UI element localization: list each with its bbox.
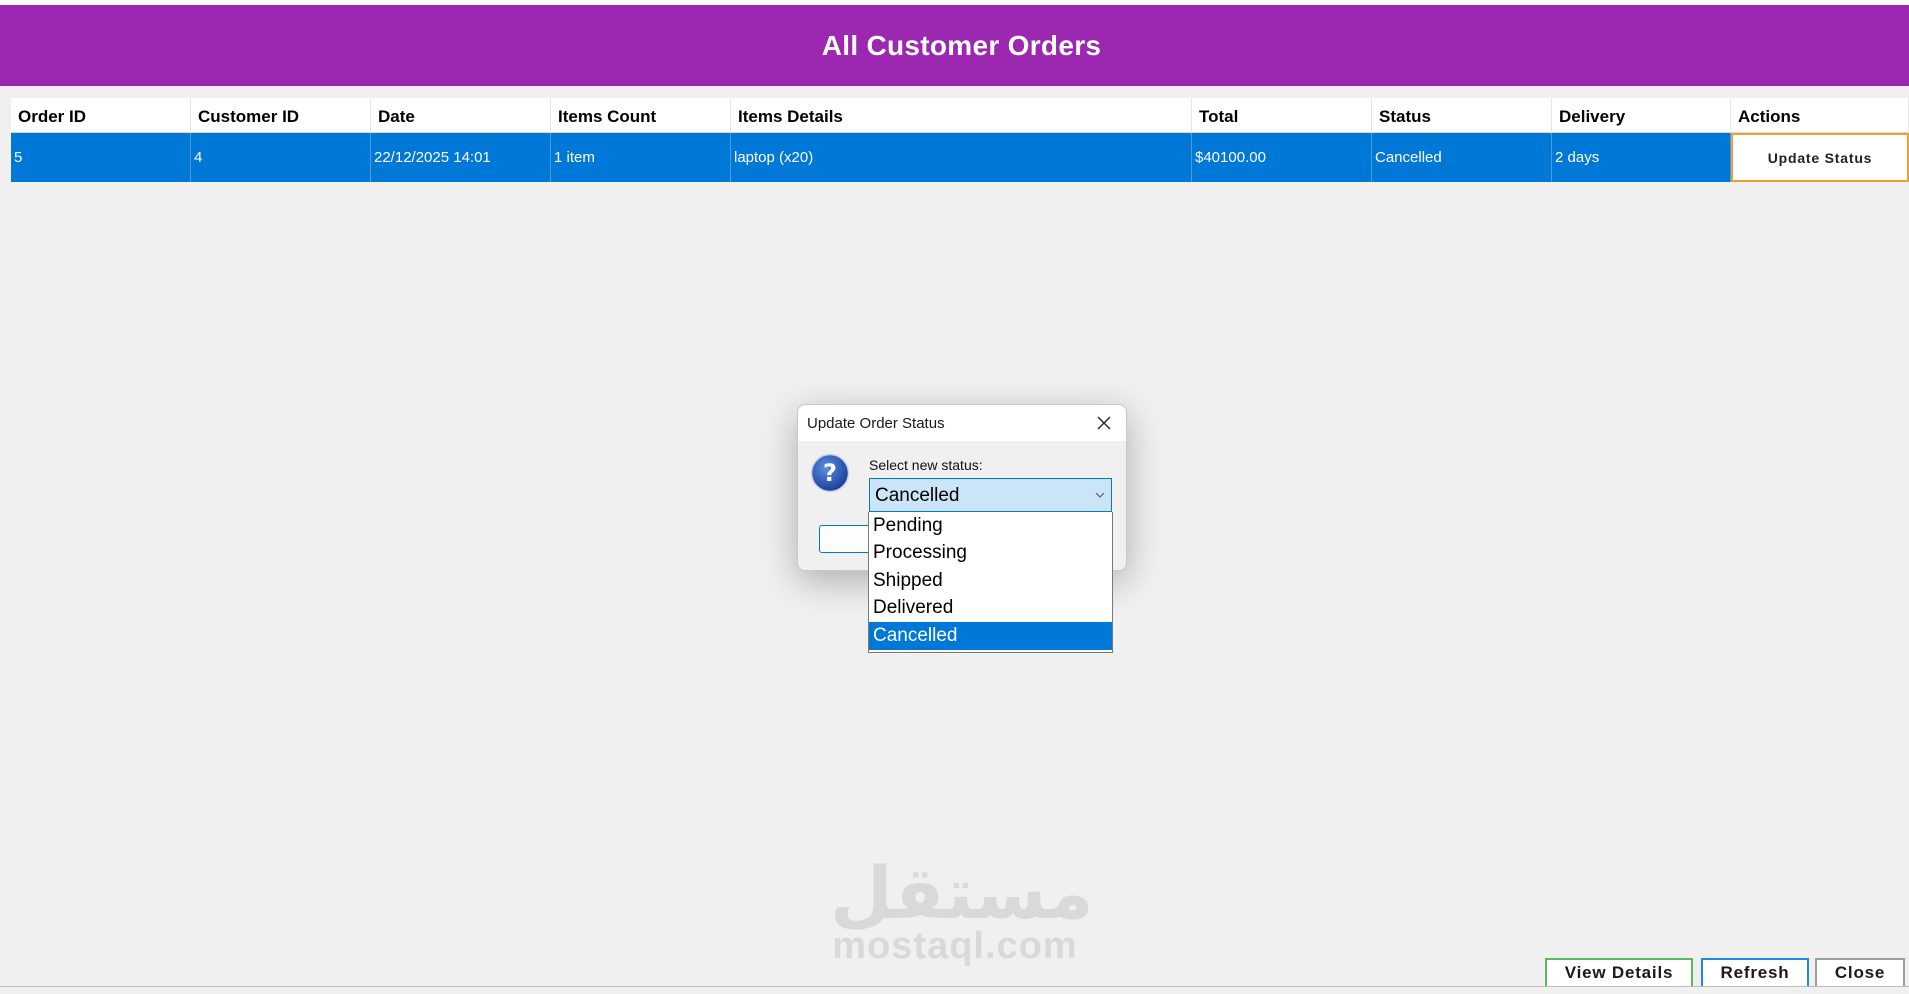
cell-items-details[interactable]: laptop (x20): [731, 133, 1192, 182]
status-dropdown-list[interactable]: Pending Processing Shipped Delivered Can…: [868, 512, 1113, 653]
watermark: مستقل mostaql.com: [830, 851, 1094, 967]
watermark-arabic: مستقل: [830, 851, 1094, 935]
cell-total[interactable]: $40100.00: [1192, 133, 1372, 182]
cell-status[interactable]: Cancelled: [1372, 133, 1552, 182]
svg-text:?: ?: [823, 459, 837, 487]
page-header: All Customer Orders: [0, 5, 1909, 86]
column-header-status[interactable]: Status: [1372, 98, 1552, 133]
cell-order-id[interactable]: 5: [11, 133, 191, 182]
watermark-latin: mostaql.com: [832, 925, 1078, 967]
select-status-label: Select new status:: [869, 457, 983, 473]
status-option-shipped[interactable]: Shipped: [869, 567, 1112, 595]
status-combobox[interactable]: Cancelled: [869, 478, 1112, 512]
table-row[interactable]: 5 4 22/12/2025 14:01 1 item laptop (x20)…: [11, 133, 1909, 182]
column-header-actions[interactable]: Actions: [1731, 98, 1909, 133]
status-combobox-value: Cancelled: [875, 485, 960, 506]
update-status-label: Update Status: [1767, 149, 1873, 166]
status-option-processing[interactable]: Processing: [869, 540, 1112, 568]
view-details-button[interactable]: View Details: [1545, 958, 1693, 988]
update-status-button[interactable]: Update Status: [1731, 133, 1909, 182]
status-option-cancelled[interactable]: Cancelled: [869, 622, 1112, 650]
column-header-date[interactable]: Date: [371, 98, 551, 133]
question-icon: ?: [810, 453, 850, 493]
column-header-total[interactable]: Total: [1192, 98, 1372, 133]
chevron-down-icon[interactable]: [1095, 491, 1105, 499]
status-option-pending[interactable]: Pending: [869, 512, 1112, 540]
page-title: All Customer Orders: [821, 29, 1102, 61]
status-option-delivered[interactable]: Delivered: [869, 595, 1112, 623]
column-header-customer-id[interactable]: Customer ID: [191, 98, 371, 133]
refresh-button[interactable]: Refresh: [1701, 958, 1809, 988]
cell-items-count[interactable]: 1 item: [551, 133, 731, 182]
orders-window: All Customer Orders Order ID Customer ID…: [0, 0, 1909, 994]
table-header-row: Order ID Customer ID Date Items Count It…: [11, 98, 1909, 133]
close-icon[interactable]: [1092, 411, 1116, 435]
column-header-delivery[interactable]: Delivery: [1552, 98, 1731, 133]
dialog-titlebar[interactable]: Update Order Status: [798, 405, 1126, 441]
status-bar: [0, 986, 1909, 994]
cell-delivery[interactable]: 2 days: [1552, 133, 1731, 182]
dialog-title: Update Order Status: [807, 415, 945, 432]
cell-date[interactable]: 22/12/2025 14:01: [371, 133, 551, 182]
column-header-order-id[interactable]: Order ID: [11, 98, 191, 133]
column-header-items-details[interactable]: Items Details: [731, 98, 1192, 133]
column-header-items-count[interactable]: Items Count: [551, 98, 731, 133]
close-button[interactable]: Close: [1815, 958, 1905, 988]
orders-table[interactable]: Order ID Customer ID Date Items Count It…: [11, 98, 1909, 182]
cell-customer-id[interactable]: 4: [191, 133, 371, 182]
